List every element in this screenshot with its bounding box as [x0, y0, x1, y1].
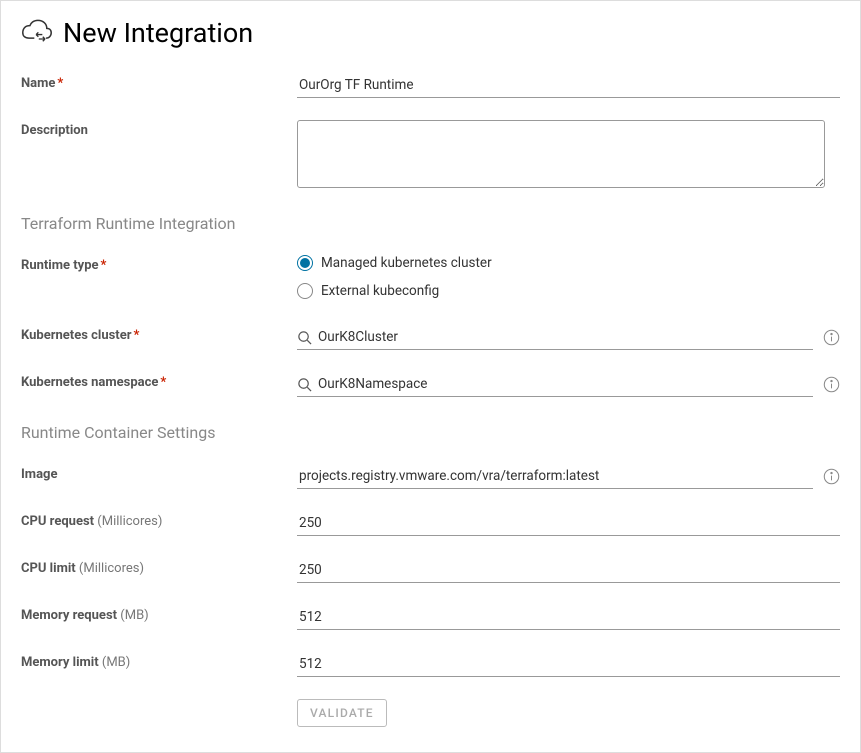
k8s-namespace-input[interactable]	[318, 372, 813, 396]
description-row: Description	[21, 120, 840, 188]
mem-limit-label: Memory limit (MB)	[21, 652, 297, 670]
runtime-type-label: Runtime type*	[21, 255, 297, 273]
cpu-limit-input[interactable]	[297, 558, 840, 583]
mem-request-label: Memory request (MB)	[21, 605, 297, 623]
radio-circle-icon	[297, 255, 313, 271]
k8s-namespace-row: Kubernetes namespace*	[21, 372, 840, 397]
cpu-request-label: CPU request (Millicores)	[21, 511, 297, 529]
validate-button[interactable]: VALIDATE	[297, 699, 387, 727]
k8s-cluster-label: Kubernetes cluster*	[21, 325, 297, 343]
cpu-request-row: CPU request (Millicores)	[21, 511, 840, 536]
k8s-cluster-search[interactable]	[297, 325, 813, 350]
search-icon	[297, 330, 312, 345]
search-icon	[297, 377, 312, 392]
cloud-integration-icon	[21, 18, 53, 48]
radio-managed-kubernetes[interactable]: Managed kubernetes cluster	[297, 255, 492, 271]
name-row: Name*	[21, 73, 840, 98]
info-icon[interactable]	[823, 329, 840, 346]
cpu-limit-label: CPU limit (Millicores)	[21, 558, 297, 576]
mem-limit-row: Memory limit (MB)	[21, 652, 840, 677]
k8s-cluster-input[interactable]	[318, 325, 813, 349]
mem-request-row: Memory request (MB)	[21, 605, 840, 630]
k8s-namespace-search[interactable]	[297, 372, 813, 397]
image-row: Image	[21, 464, 840, 489]
radio-external-kubeconfig[interactable]: External kubeconfig	[297, 283, 492, 299]
description-label: Description	[21, 120, 297, 138]
k8s-cluster-row: Kubernetes cluster*	[21, 325, 840, 350]
radio-label: External kubeconfig	[321, 283, 439, 299]
section-container-settings: Runtime Container Settings	[21, 423, 840, 442]
image-input[interactable]	[297, 464, 813, 489]
cpu-limit-row: CPU limit (Millicores)	[21, 558, 840, 583]
mem-limit-input[interactable]	[297, 652, 840, 677]
cpu-request-input[interactable]	[297, 511, 840, 536]
name-input[interactable]	[297, 73, 840, 98]
page-header: New Integration	[21, 17, 840, 49]
button-row: VALIDATE	[21, 699, 840, 727]
radio-circle-icon	[297, 283, 313, 299]
runtime-type-radio-group: Managed kubernetes cluster External kube…	[297, 255, 492, 299]
name-label: Name*	[21, 73, 297, 91]
description-textarea[interactable]	[297, 120, 825, 188]
page-title: New Integration	[63, 17, 253, 49]
info-icon[interactable]	[823, 376, 840, 393]
info-icon[interactable]	[823, 468, 840, 485]
k8s-namespace-label: Kubernetes namespace*	[21, 372, 297, 390]
runtime-type-row: Runtime type* Managed kubernetes cluster…	[21, 255, 840, 299]
radio-label: Managed kubernetes cluster	[321, 255, 492, 271]
image-label: Image	[21, 464, 297, 482]
section-runtime-integration: Terraform Runtime Integration	[21, 214, 840, 233]
mem-request-input[interactable]	[297, 605, 840, 630]
